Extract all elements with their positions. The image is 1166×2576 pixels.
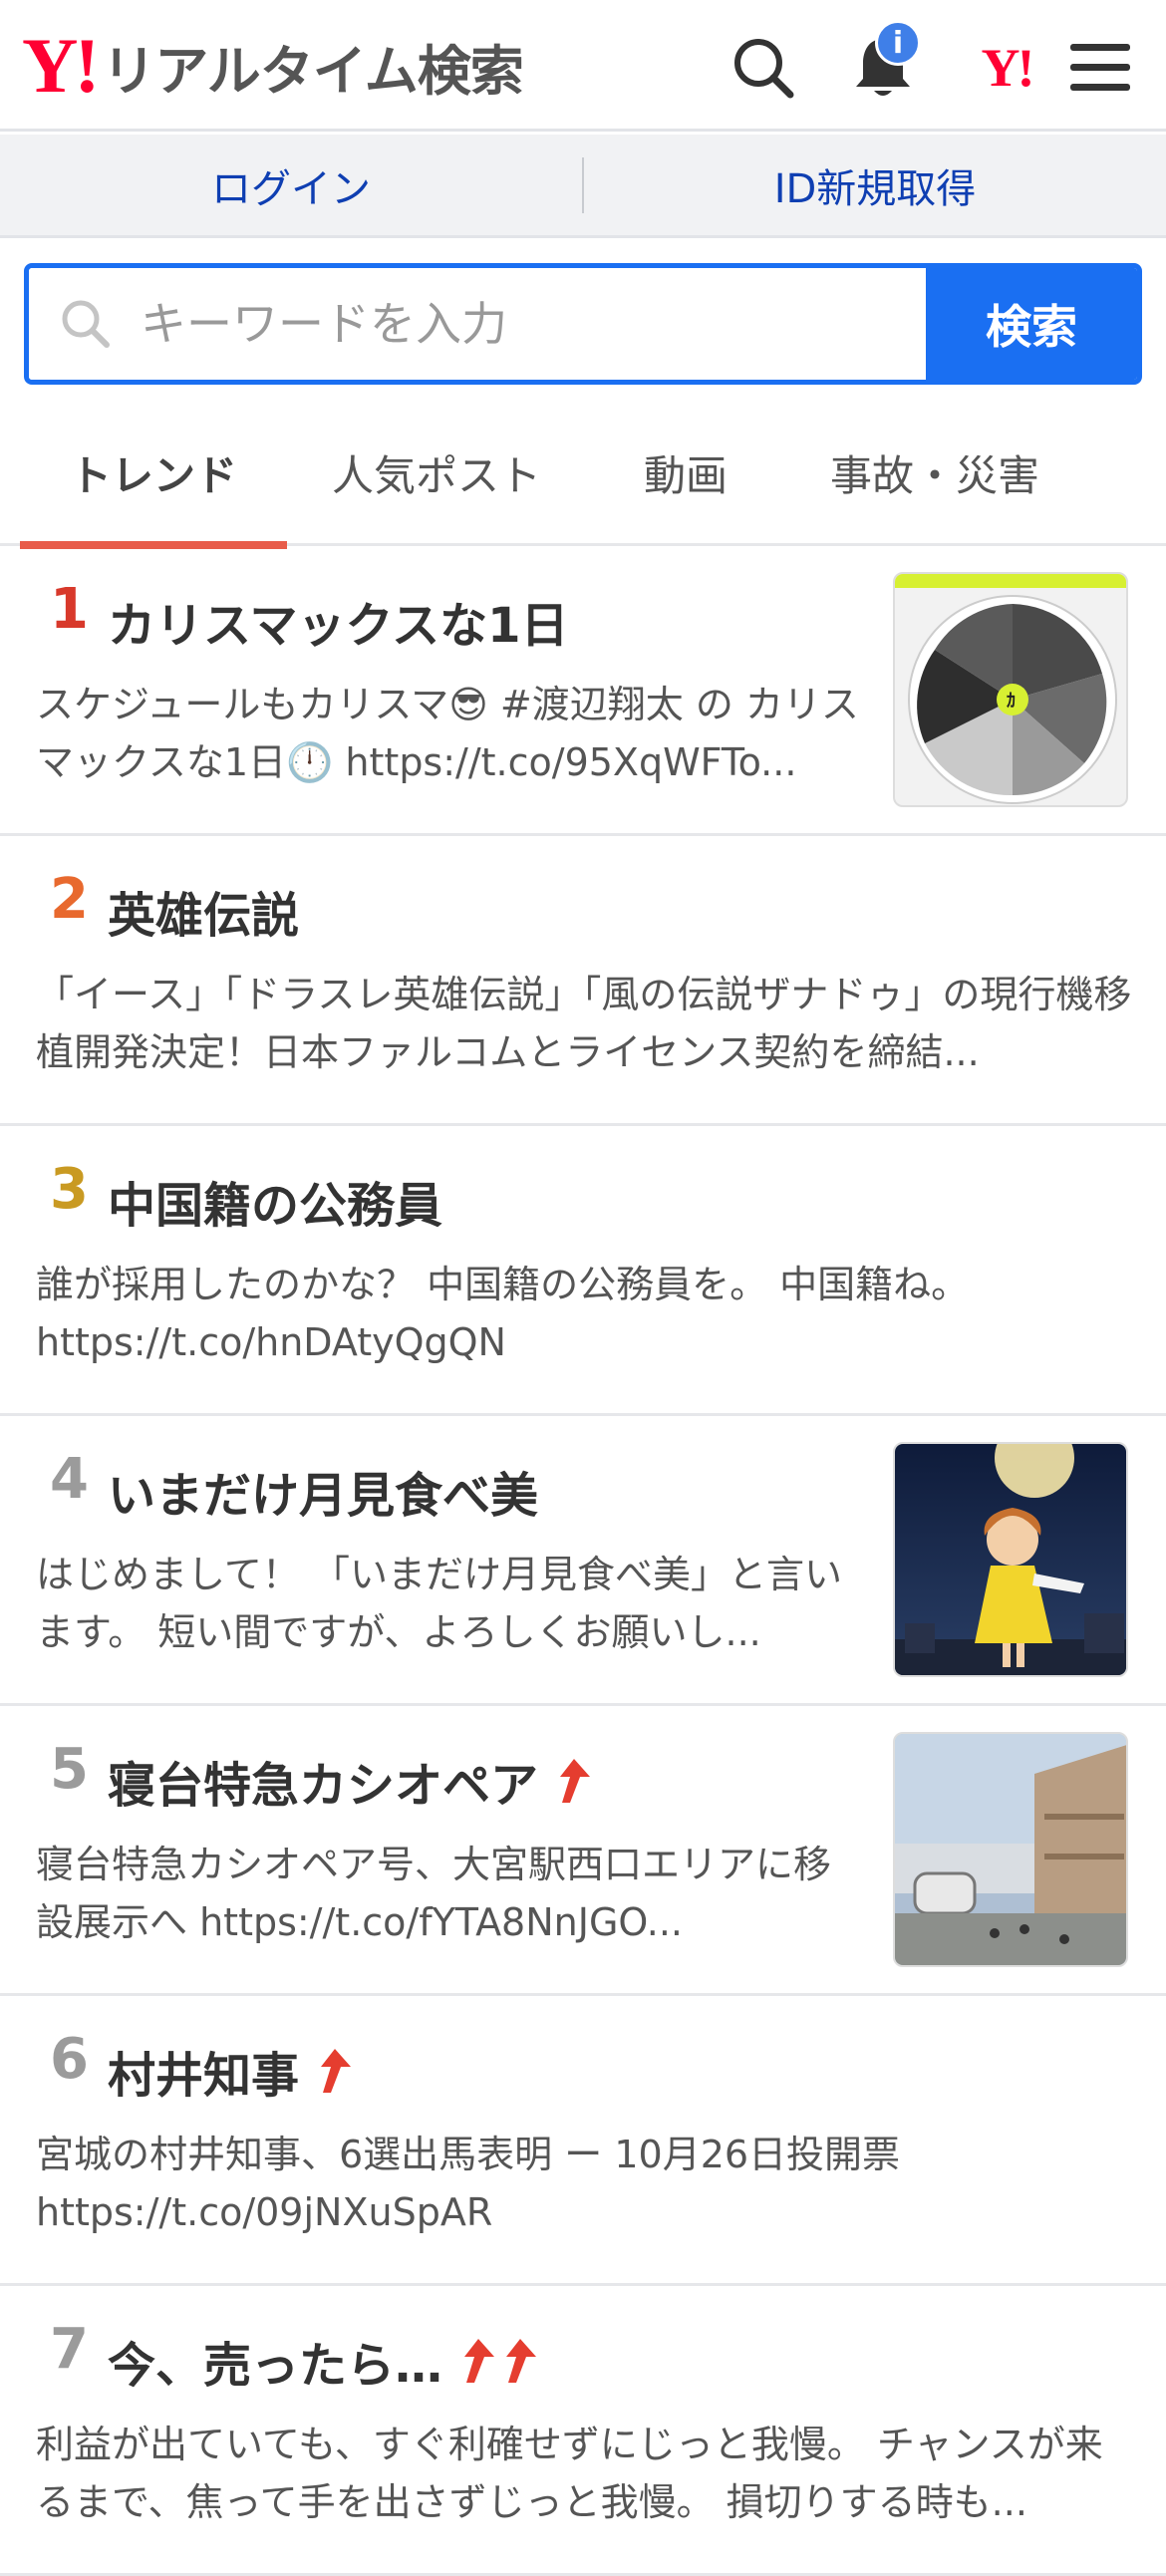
trend-title: 寝台特急カシオペア [108, 1746, 592, 1816]
register-link[interactable]: ID新規取得 [584, 156, 1166, 214]
trend-thumbnail[interactable] [893, 1732, 1128, 1967]
menu-icon[interactable] [1062, 30, 1138, 106]
search-icon[interactable] [726, 30, 801, 106]
trend-rank: 1 [50, 577, 89, 642]
trend-description: 誰が採用したのかな？ 中国籍の公務員を。 中国籍ね。 https://t.co/… [36, 1263, 970, 1364]
trend-thumbnail[interactable]: ｶ [893, 572, 1128, 807]
trend-rank: 5 [50, 1737, 89, 1802]
logo-mark: Y! [22, 22, 100, 109]
up-arrow-icon [506, 2339, 537, 2383]
train-station-image [895, 1734, 1126, 1965]
rising-indicator [552, 1757, 592, 1805]
trend-rank: 7 [50, 2317, 89, 2382]
logo-text: リアルタイム検索 [102, 39, 523, 103]
trend-title-text: 今、売ったら… [108, 2338, 443, 2394]
clock-chart-image: ｶ [895, 574, 1126, 804]
tab-trend[interactable]: トレンド [20, 399, 287, 549]
yahoo-mark: Y! [981, 38, 1035, 98]
up-arrow-icon [464, 2339, 495, 2383]
trend-title: カリスマックスな1日 [108, 598, 569, 654]
trend-item[interactable]: 7 今、売ったら… 利益が出ていても、すぐ利確せずにじっと我慢。 チャンスが来る… [0, 2286, 1166, 2576]
up-arrow-icon [321, 2049, 352, 2093]
trend-title: 今、売ったら… [108, 2326, 538, 2396]
trend-description: 「イース」「ドラスレ英雄伝説」「風の伝説ザナドゥ」の現行機移植開発決定！日本ファ… [36, 973, 1132, 1074]
trend-list: 1 カリスマックスな1日 スケジュールもカリスマ😎 #渡辺翔太 の カリスマック… [0, 546, 1166, 2576]
trend-title: 村井知事 [108, 2036, 353, 2106]
trend-rank: 3 [50, 1157, 89, 1222]
trend-description: スケジュールもカリスマ😎 #渡辺翔太 の カリスマックスな1日🕛 https:/… [36, 683, 859, 784]
trend-item[interactable]: 4 いまだけ月見食べ美 はじめまして！ 「いまだけ月見食べ美」と言います。 短い… [0, 1416, 1166, 1706]
app-header: Y! リアルタイム検索 i Y! [0, 0, 1166, 132]
trend-rank: 2 [50, 867, 89, 932]
trend-item[interactable]: 1 カリスマックスな1日 スケジュールもカリスマ😎 #渡辺翔太 の カリスマック… [0, 546, 1166, 836]
yahoo-realtime-logo[interactable]: Y! リアルタイム検索 [22, 22, 524, 109]
trend-title: 中国籍の公務員 [108, 1178, 443, 1234]
trend-rank: 6 [50, 2027, 89, 2092]
trend-thumbnail[interactable] [893, 1442, 1128, 1677]
trend-item[interactable]: 5 寝台特急カシオペア 寝台特急カシオペア号、大宮駅西口エリアに移設展示へ ht… [0, 1706, 1166, 1996]
search-input[interactable] [141, 297, 838, 351]
tab-accidents-disasters[interactable]: 事故・災害 [785, 399, 1084, 546]
search-field[interactable] [29, 268, 926, 380]
login-link[interactable]: ログイン [0, 156, 582, 214]
rising-indicator [313, 2047, 353, 2095]
login-bar: ログイン ID新規取得 [0, 135, 1166, 238]
trend-item[interactable]: 2 英雄伝説 「イース」「ドラスレ英雄伝説」「風の伝説ザナドゥ」の現行機移植開発… [0, 836, 1166, 1126]
trend-title-text: 村井知事 [108, 2048, 300, 2104]
trend-item[interactable]: 6 村井知事 宮城の村井知事、6選出馬表明 ー 10月26日投開票 https:… [0, 1996, 1166, 2286]
rising-indicator [456, 2337, 538, 2385]
trend-description: 利益が出ていても、すぐ利確せずにじっと我慢。 チャンスが来るまで、焦って手を出さ… [36, 2423, 1103, 2524]
tab-videos[interactable]: 動画 [586, 399, 785, 546]
tab-bar: トレンド 人気ポスト 動画 事故・災害 [0, 399, 1166, 549]
trend-title-text: 寝台特急カシオペア [108, 1758, 539, 1814]
notification-badge: i [875, 20, 921, 66]
trend-title: 英雄伝説 [108, 888, 300, 944]
tab-popular-posts[interactable]: 人気ポスト [287, 399, 586, 546]
svg-text:ｶ: ｶ [1007, 691, 1016, 712]
notification-button[interactable]: i [845, 20, 921, 106]
trend-description: 寝台特急カシオペア号、大宮駅西口エリアに移設展示へ https://t.co/f… [36, 1843, 832, 1944]
trend-title: いまだけ月見食べ美 [108, 1468, 539, 1524]
yahoo-home-link[interactable]: Y! [965, 30, 1048, 106]
anime-character-image [895, 1444, 1126, 1675]
search-form: 検索 [24, 263, 1142, 385]
trend-rank: 4 [50, 1447, 89, 1512]
trend-description: はじめまして！ 「いまだけ月見食べ美」と言います。 短い間ですが、よろしくお願い… [36, 1553, 842, 1654]
trend-item[interactable]: 3 中国籍の公務員 誰が採用したのかな？ 中国籍の公務員を。 中国籍ね。 htt… [0, 1126, 1166, 1416]
trend-description: 宮城の村井知事、6選出馬表明 ー 10月26日投開票 https://t.co/… [36, 2133, 901, 2234]
search-button[interactable]: 検索 [926, 268, 1137, 380]
search-icon [62, 300, 110, 348]
up-arrow-icon [560, 1759, 591, 1803]
